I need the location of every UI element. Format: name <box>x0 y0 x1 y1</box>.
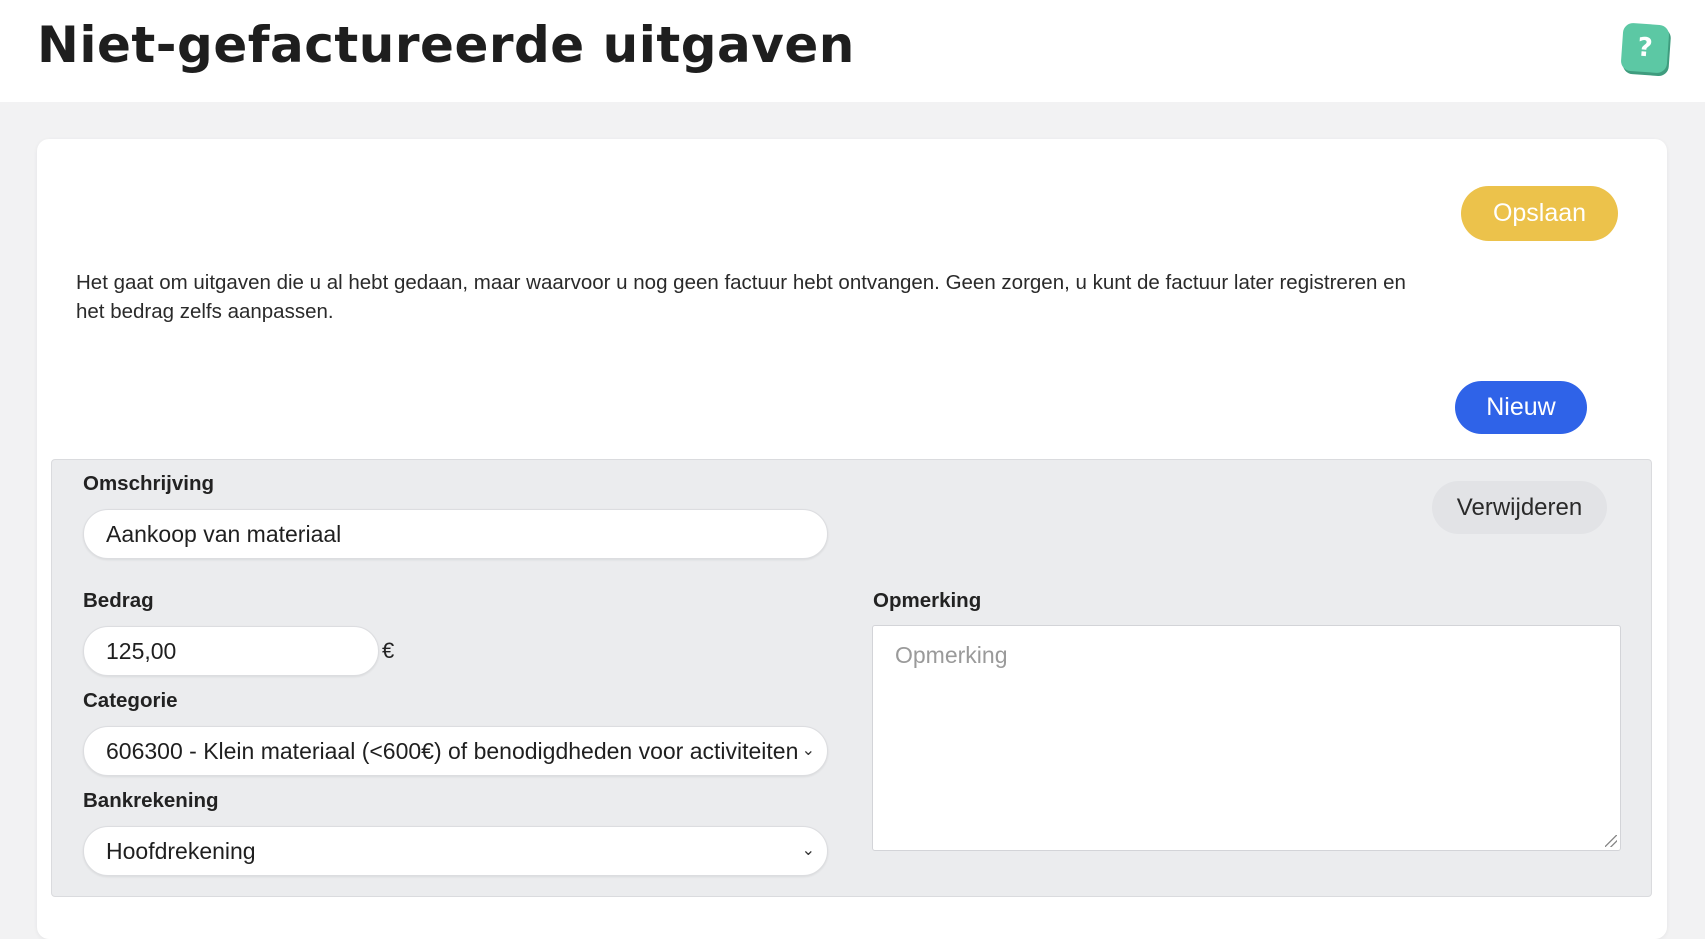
intro-text: Het gaat om uitgaven die u al hebt gedaa… <box>76 271 1406 323</box>
description-input[interactable]: Aankoop van materiaal <box>83 509 828 559</box>
category-label: Categorie <box>83 689 178 712</box>
delete-button[interactable]: Verwijderen <box>1432 481 1607 534</box>
category-select-value: 606300 - Klein materiaal (<600€) of beno… <box>106 738 799 764</box>
bank-select-value: Hoofdrekening <box>106 838 256 864</box>
bank-select[interactable]: Hoofdrekening ⌄ <box>83 826 828 876</box>
remark-textarea[interactable]: Opmerking <box>872 625 1621 851</box>
save-button[interactable]: Opslaan <box>1461 186 1618 241</box>
remark-label: Opmerking <box>873 589 982 612</box>
help-icon[interactable]: ? <box>1620 22 1670 74</box>
chevron-down-icon: ⌄ <box>801 742 815 759</box>
resize-handle-icon[interactable] <box>1605 835 1617 847</box>
amount-input[interactable]: 125,00 <box>83 626 379 676</box>
amount-label: Bedrag <box>83 589 154 612</box>
top-bar: Niet-gefactureerde uitgaven ? <box>0 0 1705 102</box>
page-title: Niet-gefactureerde uitgaven <box>37 16 855 74</box>
bank-label: Bankrekening <box>83 789 219 812</box>
chevron-down-icon: ⌄ <box>801 842 815 859</box>
category-select[interactable]: 606300 - Klein materiaal (<600€) of beno… <box>83 726 828 776</box>
remark-placeholder: Opmerking <box>895 642 1008 668</box>
currency-symbol: € <box>382 638 395 663</box>
description-label: Omschrijving <box>83 472 215 495</box>
new-button[interactable]: Nieuw <box>1455 381 1587 434</box>
